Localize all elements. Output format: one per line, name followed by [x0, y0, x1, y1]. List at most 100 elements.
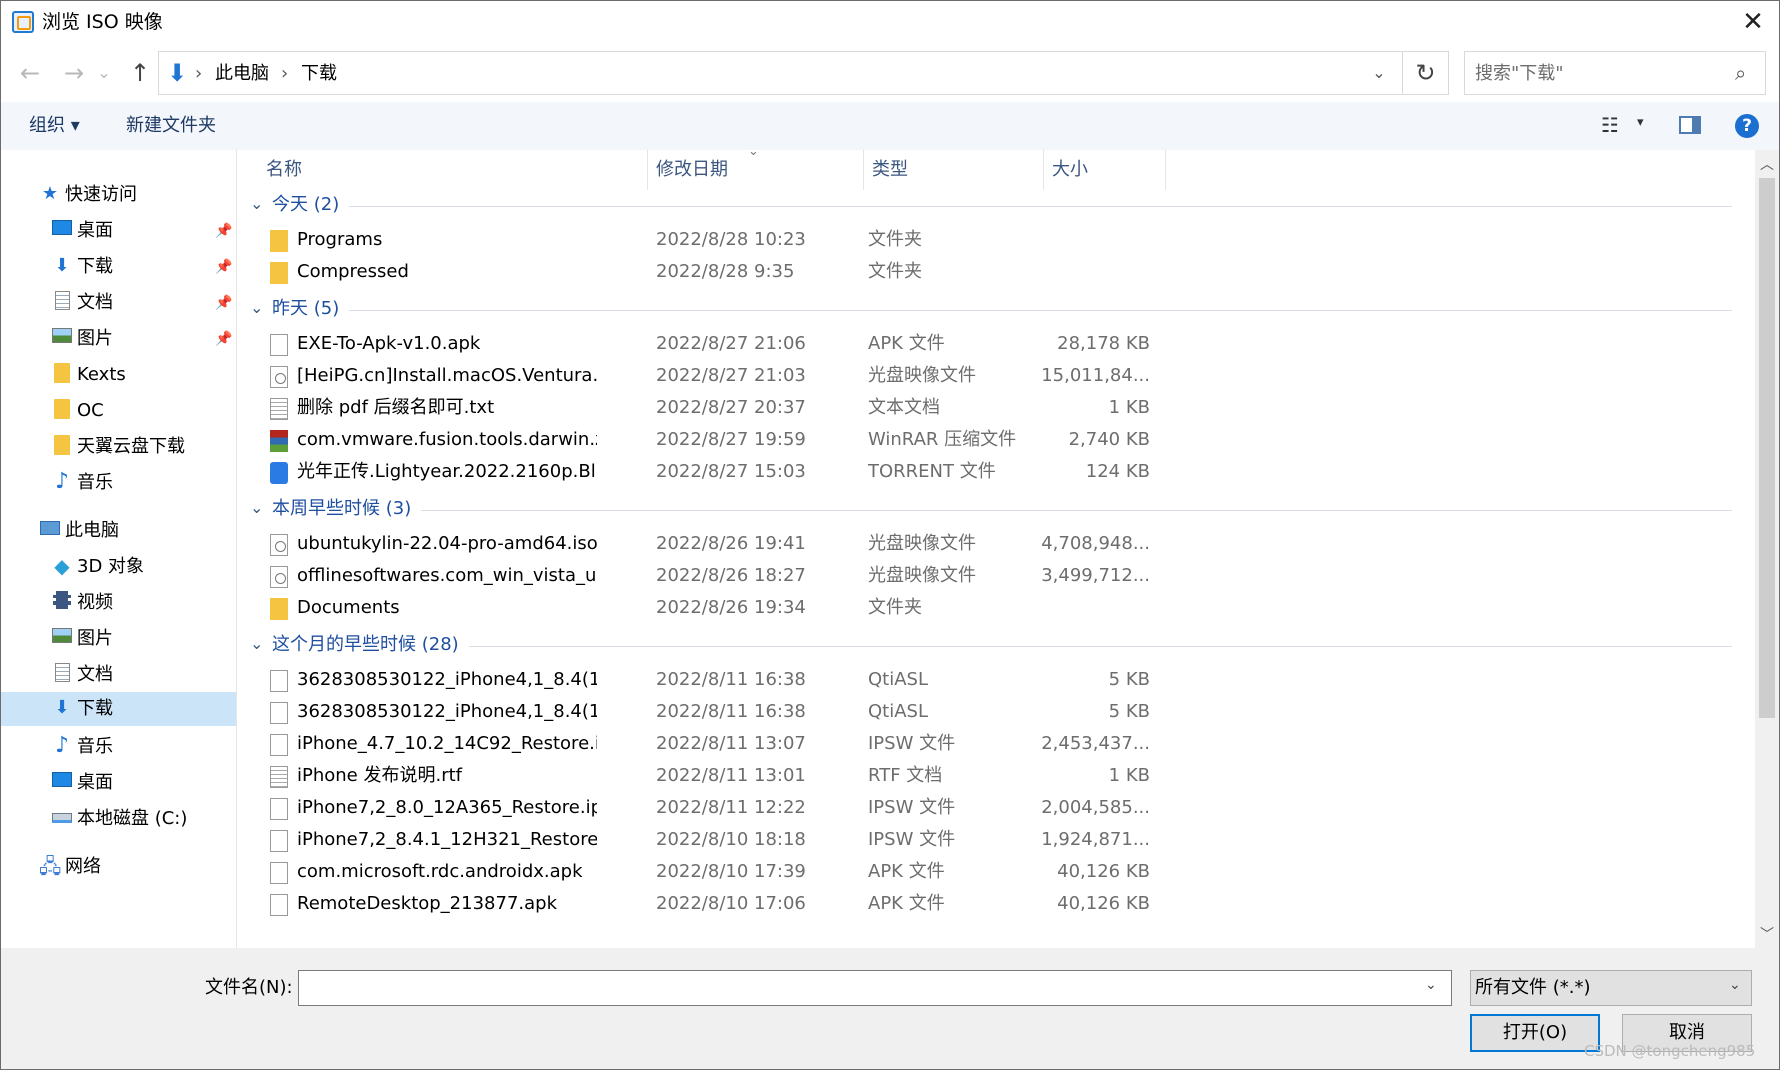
file-name: RemoteDesktop_213877.apk	[297, 893, 557, 914]
file-size: 124 KB	[1085, 461, 1150, 482]
nav-pictures[interactable]: 图片 📌	[1, 322, 236, 356]
nav-oc[interactable]: OC	[1, 394, 236, 428]
forward-button[interactable]: →	[58, 52, 90, 94]
nav-documents-pc[interactable]: 文档	[1, 658, 236, 692]
nav-documents[interactable]: 文档 📌	[1, 286, 236, 320]
group-header[interactable]: ⌄ 这个月的早些时候 (28)	[238, 630, 1754, 662]
nav-quick-access[interactable]: ★ 快速访问	[1, 178, 236, 212]
file-row[interactable]: EXE-To-Apk-v1.0.apk 2022/8/27 21:06 APK 文件…	[238, 328, 1754, 360]
chevron-down-icon[interactable]: ⌄	[1425, 977, 1437, 993]
file-name: iPhone_4.7_10.2_14C92_Restore.ipsw	[297, 733, 597, 754]
file-row[interactable]: com.microsoft.rdc.androidx.apk 2022/8/10 …	[238, 856, 1754, 888]
refresh-button[interactable]: ↻	[1403, 51, 1449, 95]
pin-icon[interactable]: 📌	[215, 250, 232, 284]
document-icon	[54, 291, 70, 310]
file-row[interactable]: 3628308530122_iPhone4,1_8.4(12H1... 2022/…	[238, 664, 1754, 696]
chevron-down-icon[interactable]: ⌄	[250, 498, 263, 517]
group-header[interactable]: ⌄ 昨天 (5)	[238, 294, 1754, 326]
column-header-size[interactable]: 大小	[1044, 150, 1166, 190]
file-row[interactable]: iPhone7,2_8.4.1_12H321_Restore.ipsw 2022/…	[238, 824, 1754, 856]
vertical-scrollbar[interactable]: ︿ ﹀	[1755, 150, 1779, 948]
organize-menu[interactable]: 组织 ▾	[29, 114, 80, 138]
file-row[interactable]: iPhone 发布说明.rtf 2022/8/11 13:01 RTF 文档 1 KB	[238, 760, 1754, 792]
nav-kexts[interactable]: Kexts	[1, 358, 236, 392]
nav-tianyi-downloads[interactable]: 天翼云盘下载	[1, 430, 236, 464]
view-options-icon[interactable]: ☷	[1601, 113, 1619, 137]
breadcrumb-downloads[interactable]: 下载	[301, 62, 337, 86]
column-header-type[interactable]: 类型	[864, 150, 1044, 190]
file-row[interactable]: 光年正传.Lightyear.2022.2160p.BluRa... 2022/8…	[238, 456, 1754, 488]
nav-downloads-pc[interactable]: ⬇ 下载	[1, 692, 236, 726]
scroll-up-arrow[interactable]: ︿	[1755, 154, 1779, 174]
nav-desktop[interactable]: 桌面 📌	[1, 214, 236, 248]
chevron-down-icon[interactable]: ▾	[1637, 115, 1644, 130]
pin-icon[interactable]: 📌	[215, 322, 232, 356]
breadcrumb-this-pc[interactable]: 此电脑	[215, 62, 269, 86]
file-row[interactable]: RemoteDesktop_213877.apk 2022/8/10 17:06 A…	[238, 888, 1754, 920]
file-date: 2022/8/27 20:37	[656, 397, 806, 418]
open-button[interactable]: 打开(O)	[1470, 1014, 1600, 1052]
file-size: 1 KB	[1108, 765, 1150, 786]
file-type: QtiASL	[868, 701, 928, 722]
file-type: APK 文件	[868, 333, 945, 354]
file-row[interactable]: Documents 2022/8/26 19:34 文件夹	[238, 592, 1754, 624]
group-divider	[272, 646, 1732, 647]
chevron-down-icon[interactable]: ⌄	[250, 194, 263, 213]
nav-label: 此电脑	[65, 520, 119, 541]
nav-pictures-pc[interactable]: 图片	[1, 622, 236, 656]
nav-this-pc[interactable]: 此电脑	[1, 514, 236, 548]
up-button[interactable]: ↑	[124, 52, 156, 94]
filename-input[interactable]: ⌄	[298, 970, 1452, 1006]
file-row[interactable]: com.vmware.fusion.tools.darwin.zip.tar 20…	[238, 424, 1754, 456]
file-row[interactable]: iPhone_4.7_10.2_14C92_Restore.ipsw 2022/8…	[238, 728, 1754, 760]
file-row[interactable]: offlinesoftwares.com_win_vista_ultima...…	[238, 560, 1754, 592]
file-icon	[270, 862, 288, 884]
desktop-icon	[52, 220, 72, 235]
nav-3d-objects[interactable]: ◆ 3D 对象	[1, 550, 236, 584]
column-header-name[interactable]: 名称	[238, 150, 648, 190]
search-input[interactable]: 搜索"下载" ⌕	[1464, 51, 1766, 95]
filetype-select[interactable]: 所有文件 (*.*) ⌄	[1470, 970, 1752, 1006]
file-size: 40,126 KB	[1057, 861, 1150, 882]
group-header[interactable]: ⌄ 今天 (2)	[238, 190, 1754, 222]
preview-pane-icon[interactable]	[1679, 116, 1701, 134]
picture-icon	[52, 628, 72, 643]
nav-label: 音乐	[77, 472, 113, 493]
file-name: iPhone7,2_8.0_12A365_Restore.ipsw	[297, 797, 597, 818]
pin-icon[interactable]: 📌	[215, 286, 232, 320]
back-button[interactable]: ←	[14, 52, 46, 94]
file-row[interactable]: 3628308530122_iPhone4,1_8.4(12H1... 2022/…	[238, 696, 1754, 728]
file-row[interactable]: Compressed 2022/8/28 9:35 文件夹	[238, 256, 1754, 288]
recent-locations-button[interactable]: ⌄	[94, 52, 114, 94]
group-header[interactable]: ⌄ 本周早些时候 (3)	[238, 494, 1754, 526]
file-row[interactable]: [HeiPG.cn]Install.macOS.Ventura.13.0....…	[238, 360, 1754, 392]
close-button[interactable]: ✕	[1735, 6, 1771, 38]
file-row[interactable]: Programs 2022/8/28 10:23 文件夹	[238, 224, 1754, 256]
nav-network[interactable]: 🖧 网络	[1, 850, 236, 884]
nav-music[interactable]: ♪ 音乐	[1, 466, 236, 500]
search-icon[interactable]: ⌕	[1735, 61, 1746, 85]
help-button[interactable]: ?	[1735, 114, 1759, 138]
file-type: 光盘映像文件	[868, 533, 976, 554]
nav-videos[interactable]: 视频	[1, 586, 236, 620]
file-row[interactable]: ubuntukylin-22.04-pro-amd64.iso 2022/8/26…	[238, 528, 1754, 560]
download-icon: ⬇	[54, 697, 70, 718]
address-bar[interactable]: ⬇ › 此电脑 › 下载 ⌄	[158, 51, 1403, 95]
file-size: 15,011,84...	[1041, 365, 1150, 386]
file-row[interactable]: iPhone7,2_8.0_12A365_Restore.ipsw 2022/8/…	[238, 792, 1754, 824]
nav-desktop-pc[interactable]: 桌面	[1, 766, 236, 800]
file-row[interactable]: 删除 pdf 后缀名即可.txt 2022/8/27 20:37 文本文档 1 KB	[238, 392, 1754, 424]
new-folder-button[interactable]: 新建文件夹	[126, 114, 216, 138]
chevron-down-icon[interactable]: ⌄	[1729, 977, 1741, 993]
file-date: 2022/8/27 21:03	[656, 365, 806, 386]
chevron-down-icon[interactable]: ⌄	[1364, 60, 1394, 86]
nav-music-pc[interactable]: ♪ 音乐	[1, 730, 236, 764]
chevron-down-icon[interactable]: ⌄	[250, 634, 263, 653]
nav-downloads[interactable]: ⬇ 下载 📌	[1, 250, 236, 284]
scroll-down-arrow[interactable]: ﹀	[1755, 924, 1779, 944]
chevron-down-icon[interactable]: ⌄	[250, 298, 263, 317]
nav-local-disk-c[interactable]: 本地磁盘 (C:)	[1, 802, 236, 836]
pin-icon[interactable]: 📌	[215, 214, 232, 248]
scrollbar-thumb[interactable]	[1759, 178, 1775, 718]
filetype-value: 所有文件 (*.*)	[1475, 977, 1591, 998]
